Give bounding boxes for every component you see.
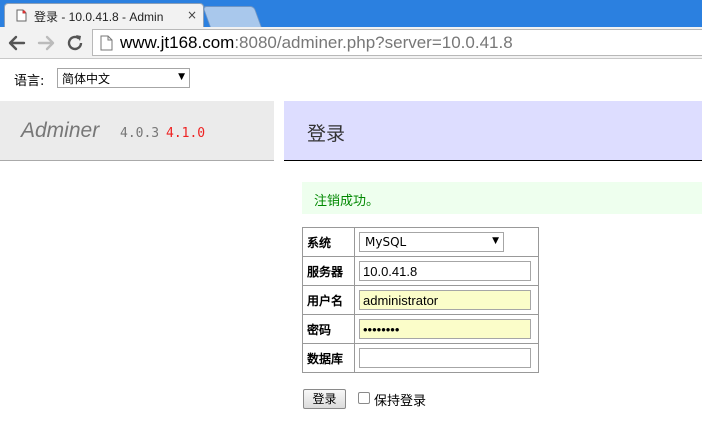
language-select[interactable]: 简体中文 ▼: [57, 68, 190, 88]
server-label: 服务器: [302, 256, 355, 286]
dropdown-arrow-icon: ▼: [492, 236, 499, 246]
remember-login-label[interactable]: 保持登录: [374, 390, 426, 409]
logout-message: 注销成功。: [302, 182, 702, 214]
back-arrow-icon[interactable]: [6, 32, 28, 54]
page-favicon-icon: [15, 9, 27, 22]
reload-icon[interactable]: [64, 32, 86, 54]
new-tab-button[interactable]: [202, 6, 262, 27]
server-row: 服务器 10.0.41.8: [302, 256, 539, 286]
system-selected-value: MySQL: [365, 235, 407, 249]
server-input[interactable]: 10.0.41.8: [359, 261, 531, 281]
tab-close-icon[interactable]: ×: [185, 7, 199, 23]
remember-login-checkbox[interactable]: [358, 392, 370, 404]
login-submit-button[interactable]: 登录: [303, 389, 346, 409]
password-row: 密码 ••••••••: [302, 314, 539, 344]
tab-title: 登录 - 10.0.41.8 - Admin: [34, 10, 164, 24]
menu-header: Adminer 4.0.3 4.1.0: [0, 101, 274, 161]
forward-arrow-icon[interactable]: [35, 32, 57, 54]
version: 4.0.3: [120, 126, 160, 141]
database-label: 数据库: [302, 343, 355, 373]
system-select[interactable]: MySQL ▼: [359, 232, 504, 252]
dropdown-arrow-icon: ▼: [178, 72, 185, 82]
page-icon: [100, 35, 113, 51]
password-input[interactable]: ••••••••: [359, 319, 531, 339]
url-text: www.jt168.com:8080/adminer.php?server=10…: [120, 33, 513, 53]
adminer-logo-link[interactable]: Adminer: [21, 119, 99, 143]
username-label: 用户名: [302, 285, 355, 315]
system-label: 系统: [302, 227, 355, 257]
language-label: 语言:: [14, 74, 45, 89]
new-version-link[interactable]: 4.1.0: [166, 126, 205, 141]
browser-toolbar: www.jt168.com:8080/adminer.php?server=10…: [0, 27, 702, 59]
language-selected-value: 简体中文: [62, 72, 111, 86]
username-input[interactable]: administrator: [359, 290, 531, 310]
database-input[interactable]: [359, 348, 531, 368]
url-path: :8080/adminer.php?server=10.0.41.8: [234, 33, 513, 52]
message-text: 注销成功。: [314, 194, 380, 209]
address-bar[interactable]: www.jt168.com:8080/adminer.php?server=10…: [92, 29, 702, 56]
page-title: 登录: [307, 123, 346, 145]
database-row: 数据库: [302, 343, 539, 373]
browser-tab[interactable]: 登录 - 10.0.41.8 - Admin ×: [4, 3, 204, 27]
username-row: 用户名 administrator: [302, 285, 539, 315]
url-host: www.jt168.com: [120, 33, 235, 52]
system-row: 系统 MySQL ▼: [302, 227, 539, 257]
content-header: 登录: [284, 101, 702, 161]
password-label: 密码: [302, 314, 355, 344]
login-form-table: 系统 MySQL ▼ 服务器 10.0.41.8 用户名 administrat…: [302, 227, 539, 373]
browser-tabstrip: 登录 - 10.0.41.8 - Admin ×: [0, 0, 702, 27]
